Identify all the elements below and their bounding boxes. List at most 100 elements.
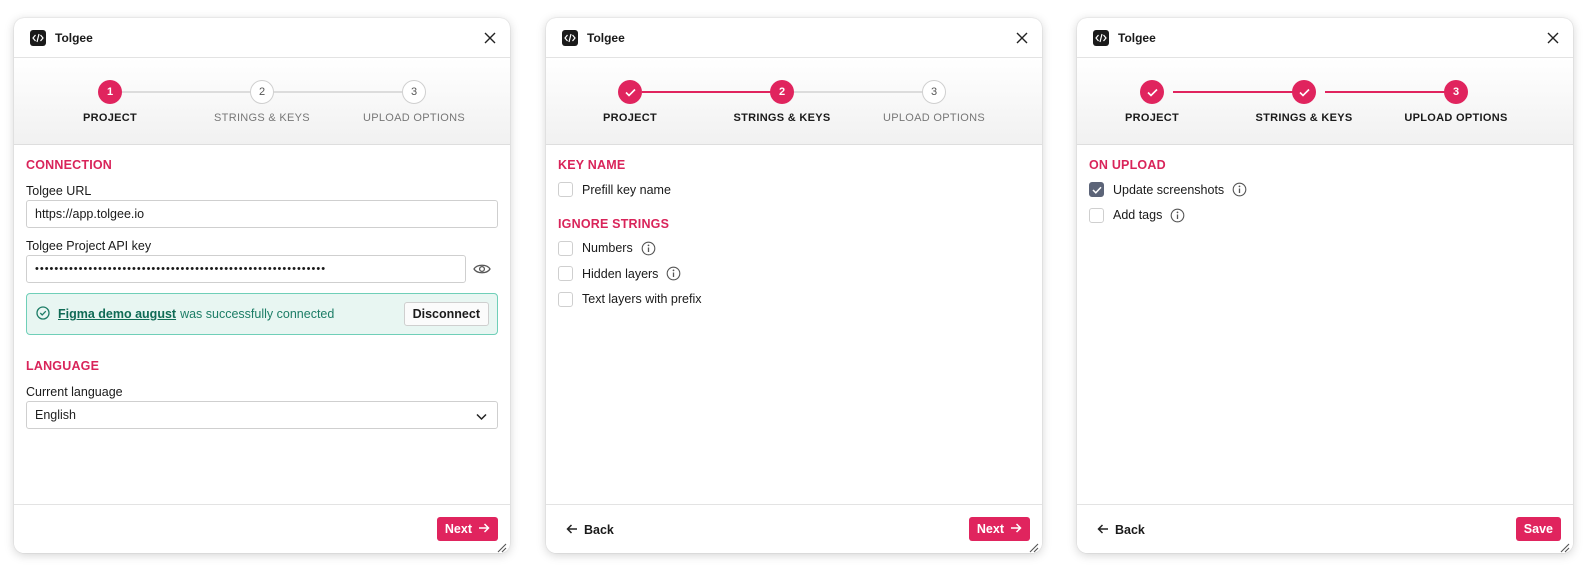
step-2-circle-done bbox=[1292, 80, 1316, 104]
url-label: Tolgee URL bbox=[26, 184, 92, 198]
plugin-window-project: Tolgee 1 2 3 PROJECT STRINGS & KEYS UPLO… bbox=[14, 18, 510, 553]
close-icon[interactable] bbox=[1545, 30, 1561, 46]
tolgee-url-input[interactable] bbox=[26, 200, 498, 228]
stepper: 2 3 PROJECT STRINGS & KEYS UPLOAD OPTION… bbox=[546, 58, 1042, 145]
code-brackets-icon bbox=[562, 29, 578, 46]
next-button[interactable]: Next bbox=[968, 517, 1030, 541]
close-icon[interactable] bbox=[482, 30, 498, 46]
project-link[interactable]: Figma demo august bbox=[58, 307, 176, 321]
section-title-on-upload: ON UPLOAD bbox=[1089, 158, 1166, 172]
chevron-down-icon bbox=[476, 410, 487, 424]
save-button[interactable]: Save bbox=[1515, 517, 1561, 541]
step-connector bbox=[122, 91, 250, 93]
language-select[interactable]: English bbox=[26, 401, 498, 429]
stepper: 3 PROJECT STRINGS & KEYS UPLOAD OPTIONS bbox=[1077, 58, 1573, 145]
step-label-project: PROJECT bbox=[82, 112, 138, 124]
footer: Next bbox=[14, 504, 510, 553]
check-icon bbox=[1146, 88, 1158, 97]
close-icon[interactable] bbox=[1014, 30, 1030, 46]
numbers-checkbox[interactable] bbox=[558, 240, 573, 256]
step-label-strings-keys: STRINGS & KEYS bbox=[214, 112, 310, 124]
strings-keys-form: KEY NAME Prefill key name IGNORE STRINGS… bbox=[546, 145, 1042, 312]
step-connector bbox=[642, 91, 782, 93]
eye-icon[interactable] bbox=[466, 255, 498, 283]
add-tags-checkbox[interactable] bbox=[1089, 207, 1104, 223]
step-label-strings-keys: STRINGS & KEYS bbox=[733, 112, 831, 124]
app-title: Tolgee bbox=[55, 30, 93, 45]
step-2-circle: 2 bbox=[770, 80, 794, 104]
upload-options-form: ON UPLOAD Update screenshots Add tags bbox=[1077, 145, 1573, 228]
step-label-upload-options: UPLOAD OPTIONS bbox=[883, 112, 985, 124]
prefix-label: Text layers with prefix bbox=[582, 292, 702, 307]
info-icon[interactable] bbox=[666, 266, 681, 281]
back-button-label: Back bbox=[1115, 523, 1145, 537]
numbers-label: Numbers bbox=[582, 241, 633, 256]
prefill-label: Prefill key name bbox=[582, 182, 671, 197]
arrow-right-icon bbox=[478, 522, 490, 536]
next-button-label: Next bbox=[976, 522, 1004, 536]
check-circle-icon bbox=[36, 305, 50, 323]
step-label-project: PROJECT bbox=[602, 112, 658, 124]
app-title: Tolgee bbox=[1118, 30, 1156, 45]
code-brackets-icon bbox=[30, 29, 46, 46]
footer: Back Next bbox=[546, 504, 1042, 553]
api-key-input[interactable] bbox=[26, 255, 466, 283]
resize-grip-icon[interactable] bbox=[497, 540, 507, 553]
next-button[interactable]: Next bbox=[436, 517, 498, 541]
info-icon[interactable] bbox=[1232, 182, 1247, 197]
resize-grip-icon[interactable] bbox=[1560, 540, 1570, 553]
current-language-label: Current language bbox=[26, 385, 123, 399]
arrow-left-icon bbox=[1097, 523, 1109, 537]
step-label-project: PROJECT bbox=[1124, 112, 1180, 124]
check-icon bbox=[1091, 186, 1102, 194]
plugin-window-upload-options: Tolgee 3 PROJECT STRINGS & KEYS UPLOAD O… bbox=[1077, 18, 1573, 553]
prefix-checkbox[interactable] bbox=[558, 291, 573, 307]
update-screenshots-option[interactable]: Update screenshots bbox=[1089, 177, 1561, 203]
step-connector bbox=[274, 91, 402, 93]
step-connector bbox=[794, 91, 934, 93]
ignore-numbers-option[interactable]: Numbers bbox=[558, 236, 1030, 262]
section-title-language: LANGUAGE bbox=[26, 359, 100, 373]
title-bar: Tolgee bbox=[14, 18, 510, 58]
footer: Back Save bbox=[1077, 504, 1573, 553]
disconnect-button[interactable]: Disconnect bbox=[403, 302, 489, 326]
save-button-label: Save bbox=[1523, 522, 1553, 536]
step-3-circle: 3 bbox=[1444, 80, 1468, 104]
success-message: was successfully connected bbox=[180, 307, 335, 321]
resize-grip-icon[interactable] bbox=[1029, 540, 1039, 553]
step-label-strings-keys: STRINGS & KEYS bbox=[1255, 112, 1353, 124]
hidden-layers-checkbox[interactable] bbox=[558, 266, 573, 282]
info-icon[interactable] bbox=[1170, 208, 1185, 223]
hidden-layers-label: Hidden layers bbox=[582, 266, 659, 281]
back-button[interactable]: Back bbox=[1097, 520, 1145, 540]
section-title-connection: CONNECTION bbox=[26, 158, 113, 172]
check-icon bbox=[624, 88, 636, 97]
step-1-circle: 1 bbox=[98, 80, 122, 104]
ignore-prefix-option[interactable]: Text layers with prefix bbox=[558, 287, 1030, 313]
info-icon[interactable] bbox=[641, 241, 656, 256]
update-screenshots-label: Update screenshots bbox=[1113, 182, 1225, 197]
prefill-checkbox[interactable] bbox=[558, 182, 573, 198]
arrow-right-icon bbox=[1010, 522, 1022, 536]
section-title-key-name: KEY NAME bbox=[558, 158, 626, 172]
arrow-left-icon bbox=[566, 523, 578, 537]
section-title-ignore-strings: IGNORE STRINGS bbox=[558, 216, 670, 231]
language-select-value: English bbox=[35, 408, 76, 422]
code-brackets-icon bbox=[1093, 29, 1109, 46]
step-label-upload-options: UPLOAD OPTIONS bbox=[363, 112, 465, 124]
api-key-label: Tolgee Project API key bbox=[26, 239, 152, 253]
step-2-circle: 2 bbox=[250, 80, 274, 104]
step-label-upload-options: UPLOAD OPTIONS bbox=[1404, 112, 1508, 124]
step-3-circle: 3 bbox=[402, 80, 426, 104]
prefill-key-name-option[interactable]: Prefill key name bbox=[558, 177, 1030, 203]
title-bar: Tolgee bbox=[1077, 18, 1573, 58]
update-screenshots-checkbox[interactable] bbox=[1089, 182, 1104, 198]
step-3-circle: 3 bbox=[922, 80, 946, 104]
back-button[interactable]: Back bbox=[566, 520, 614, 540]
check-icon bbox=[1298, 88, 1310, 97]
add-tags-option[interactable]: Add tags bbox=[1089, 203, 1561, 229]
step-1-circle-done bbox=[1140, 80, 1164, 104]
back-button-label: Back bbox=[584, 523, 614, 537]
ignore-hidden-layers-option[interactable]: Hidden layers bbox=[558, 261, 1030, 287]
step-1-circle-done bbox=[618, 80, 642, 104]
